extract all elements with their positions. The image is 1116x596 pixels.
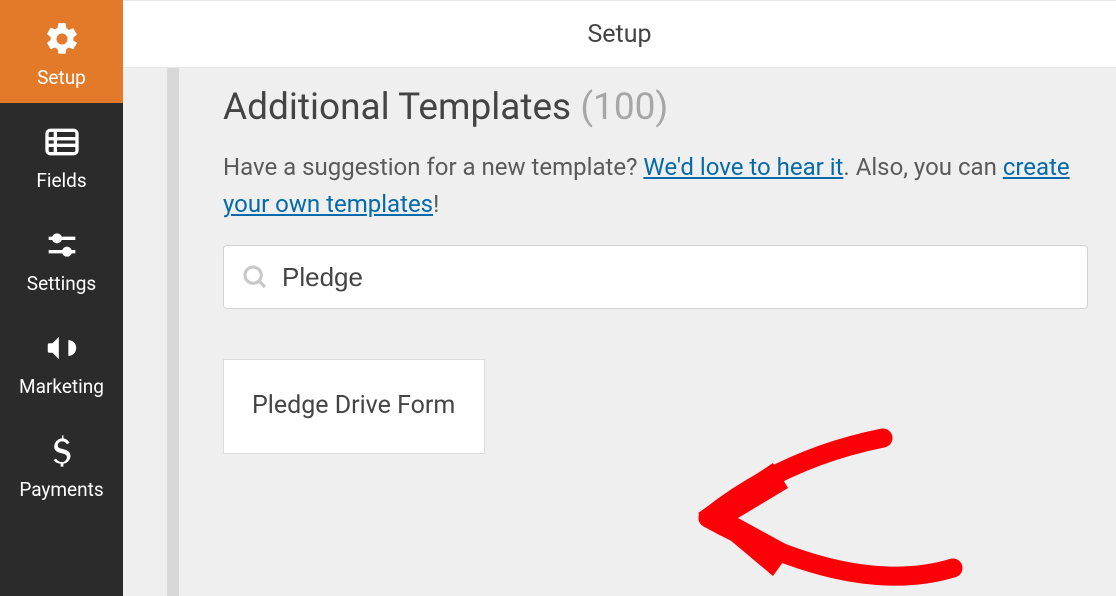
search-input[interactable]: [282, 262, 1071, 293]
heading-text: Additional Templates: [223, 86, 571, 129]
sidebar-label: Marketing: [19, 377, 104, 396]
sidebar-label: Fields: [36, 171, 86, 190]
content-divider: [167, 68, 179, 596]
sidebar-label: Setup: [37, 68, 86, 87]
template-card-pledge-drive[interactable]: Pledge Drive Form: [223, 359, 485, 453]
templates-count: (100): [580, 86, 668, 129]
suggestion-link[interactable]: We'd love to hear it: [643, 153, 843, 181]
sidebar: Setup Fields Settings Marketing Payments: [0, 0, 123, 596]
subtext-part: . Also, you can: [843, 153, 1002, 181]
content-wrap: Additional Templates (100) Have a sugges…: [123, 68, 1116, 596]
sidebar-item-setup[interactable]: Setup: [0, 0, 123, 103]
search-box[interactable]: [223, 245, 1088, 309]
subtext-part: !: [433, 190, 439, 218]
sidebar-item-fields[interactable]: Fields: [0, 103, 123, 206]
subtext-part: Have a suggestion for a new template?: [223, 153, 643, 181]
dollar-icon: [41, 430, 83, 472]
sliders-icon: [41, 224, 83, 266]
main-area: Setup Additional Templates (100) Have a …: [123, 0, 1116, 596]
sidebar-item-marketing[interactable]: Marketing: [0, 309, 123, 412]
bullhorn-icon: [41, 327, 83, 369]
templates-subtext: Have a suggestion for a new template? We…: [223, 149, 1088, 223]
sidebar-item-settings[interactable]: Settings: [0, 206, 123, 309]
app-root: Setup Fields Settings Marketing Payments: [0, 0, 1116, 596]
topbar: Setup: [123, 0, 1116, 68]
search-icon: [240, 262, 270, 292]
templates-heading: Additional Templates (100): [223, 86, 1088, 129]
annotation-arrow-icon: [653, 398, 1033, 596]
gear-icon: [41, 18, 83, 60]
sidebar-item-payments[interactable]: Payments: [0, 412, 123, 515]
template-title: Pledge Drive Form: [252, 388, 456, 424]
sidebar-label: Settings: [27, 274, 96, 293]
templates-panel: Additional Templates (100) Have a sugges…: [223, 68, 1116, 596]
page-title: Setup: [587, 20, 651, 49]
sidebar-label: Payments: [19, 480, 103, 499]
list-icon: [41, 121, 83, 163]
